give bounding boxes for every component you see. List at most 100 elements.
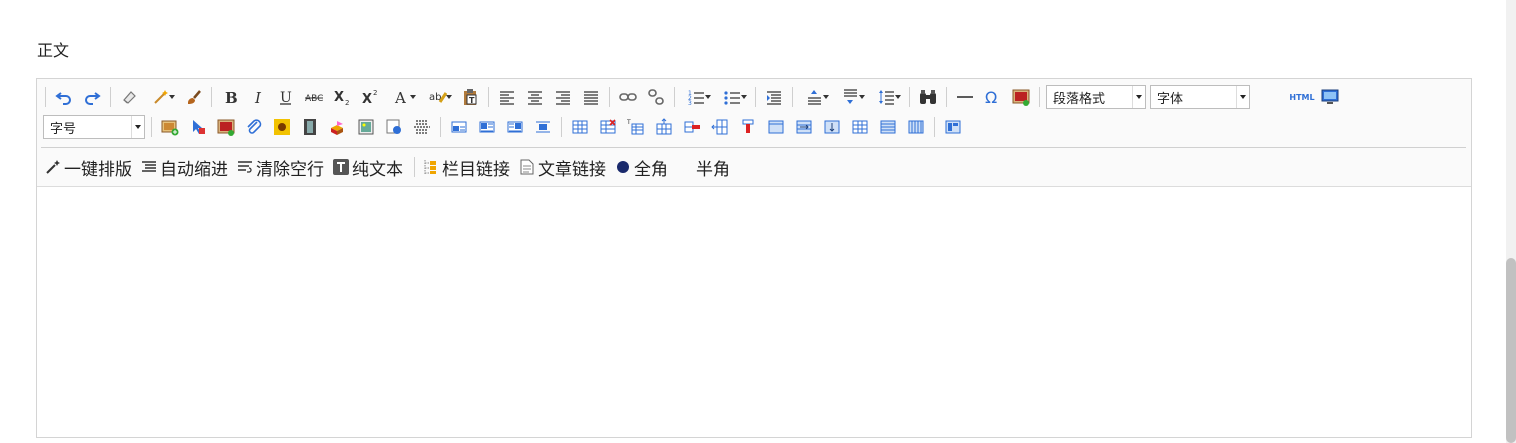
insert-row-button[interactable] bbox=[653, 116, 675, 138]
separator bbox=[45, 87, 46, 107]
full-width-button[interactable]: 全角 bbox=[615, 155, 668, 180]
special-char-button[interactable]: Ω bbox=[982, 86, 1004, 108]
article-link-button[interactable]: 文章链接 bbox=[519, 155, 606, 180]
undo-button[interactable] bbox=[53, 86, 75, 108]
align-right-button[interactable] bbox=[552, 86, 574, 108]
eraser-button[interactable] bbox=[118, 86, 140, 108]
line-height-icon bbox=[879, 90, 894, 105]
merge-down-button[interactable] bbox=[821, 116, 843, 138]
toolbar-divider bbox=[41, 147, 1466, 148]
delete-row-icon bbox=[684, 121, 700, 133]
column-link-button[interactable]: 栏目链接 bbox=[423, 155, 510, 180]
cursor-image-icon bbox=[193, 120, 205, 134]
underline-button[interactable]: U bbox=[275, 86, 297, 108]
align-center-button[interactable] bbox=[524, 86, 546, 108]
insert-picture-button[interactable] bbox=[159, 116, 181, 138]
align-left-icon bbox=[500, 91, 514, 105]
format-painter-button[interactable] bbox=[182, 86, 204, 108]
ordered-list-button[interactable]: 123 bbox=[682, 86, 712, 108]
map-button[interactable] bbox=[383, 116, 405, 138]
plain-text-button[interactable]: 纯文本 bbox=[333, 155, 403, 180]
emotion-button[interactable] bbox=[271, 116, 293, 138]
insert-video-button[interactable] bbox=[299, 116, 321, 138]
paragraph-spacing-bottom-button[interactable] bbox=[836, 86, 866, 108]
highlight-color-button[interactable]: ab bbox=[423, 86, 453, 108]
font-size-select[interactable]: 字号 bbox=[43, 115, 145, 139]
font-color-button[interactable]: A bbox=[387, 86, 417, 108]
auto-indent-button[interactable]: 自动缩进 bbox=[141, 155, 228, 180]
font-family-select[interactable]: 字体 bbox=[1150, 85, 1250, 109]
image-none-button[interactable] bbox=[448, 116, 470, 138]
html-source-button[interactable]: HTML bbox=[1289, 86, 1314, 108]
one-click-format-button[interactable]: 一键排版 bbox=[45, 155, 132, 180]
image-right-icon bbox=[507, 121, 523, 133]
italic-button[interactable]: I bbox=[247, 86, 269, 108]
merge-down-icon bbox=[824, 120, 840, 134]
insert-paragraph-before-table-button[interactable]: T bbox=[625, 116, 647, 138]
image-left-button[interactable] bbox=[476, 116, 498, 138]
split-columns-button[interactable] bbox=[905, 116, 927, 138]
split-cells-button[interactable] bbox=[849, 116, 871, 138]
online-image-button[interactable] bbox=[215, 116, 237, 138]
clear-empty-lines-button[interactable]: 清除空行 bbox=[237, 155, 324, 180]
search-replace-button[interactable] bbox=[917, 86, 939, 108]
picture-frame-icon bbox=[358, 119, 374, 135]
merge-cells-button[interactable] bbox=[765, 116, 787, 138]
delete-table-button[interactable] bbox=[597, 116, 619, 138]
chevron-down-icon bbox=[1132, 86, 1145, 108]
page-break-button[interactable] bbox=[411, 116, 433, 138]
horizontal-rule-button[interactable] bbox=[954, 86, 976, 108]
insert-row-icon bbox=[656, 118, 672, 135]
horizontal-rule-icon bbox=[957, 96, 973, 98]
sunflower-icon bbox=[274, 119, 290, 135]
strikethrough-button[interactable]: ABC bbox=[303, 86, 325, 108]
split-rows-button[interactable] bbox=[877, 116, 899, 138]
quick-action-bar: 一键排版 自动缩进 清除空行 纯文本 栏目链接 文章链接 全角 半角 bbox=[45, 153, 739, 181]
link-icon bbox=[619, 93, 637, 101]
half-width-button[interactable]: 半角 bbox=[677, 155, 730, 180]
highlight-icon: ab bbox=[429, 92, 447, 103]
paste-plain-button[interactable]: T bbox=[459, 86, 481, 108]
insert-image-button[interactable] bbox=[1010, 86, 1032, 108]
template-button[interactable] bbox=[942, 116, 964, 138]
image-gallery-button[interactable] bbox=[355, 116, 377, 138]
justify-button[interactable] bbox=[580, 86, 602, 108]
monitor-icon bbox=[1321, 89, 1339, 104]
image-right-button[interactable] bbox=[504, 116, 526, 138]
font-size-value: 字号 bbox=[50, 121, 77, 137]
unlink-button[interactable] bbox=[645, 86, 667, 108]
page-scrollbar-thumb[interactable] bbox=[1506, 258, 1516, 443]
delete-row-button[interactable] bbox=[681, 116, 703, 138]
delete-table-icon bbox=[600, 119, 616, 134]
merge-right-button[interactable] bbox=[793, 116, 815, 138]
editor-content-area[interactable] bbox=[37, 187, 1471, 437]
attachment-button[interactable] bbox=[243, 116, 265, 138]
separator bbox=[609, 87, 610, 107]
redo-button[interactable] bbox=[81, 86, 103, 108]
insert-music-button[interactable] bbox=[327, 116, 349, 138]
paragraph-format-select[interactable]: 段落格式 bbox=[1046, 85, 1146, 109]
paragraph-format-value: 段落格式 bbox=[1053, 91, 1106, 107]
unordered-list-button[interactable] bbox=[718, 86, 748, 108]
image-center-button[interactable] bbox=[532, 116, 554, 138]
insert-column-button[interactable] bbox=[709, 116, 731, 138]
bold-button[interactable]: B bbox=[219, 86, 241, 108]
indent-button[interactable] bbox=[763, 86, 785, 108]
svg-text:3: 3 bbox=[688, 100, 692, 106]
preview-button[interactable] bbox=[1319, 86, 1341, 108]
clear-lines-icon bbox=[238, 161, 252, 173]
align-left-button[interactable] bbox=[496, 86, 518, 108]
delete-column-button[interactable] bbox=[737, 116, 759, 138]
separator bbox=[488, 87, 489, 107]
insert-table-button[interactable] bbox=[569, 116, 591, 138]
paragraph-spacing-top-button[interactable] bbox=[800, 86, 830, 108]
image-manage-button[interactable] bbox=[187, 116, 209, 138]
paperclip-icon bbox=[247, 119, 262, 134]
subscript-button[interactable]: X2 bbox=[331, 86, 353, 108]
line-height-button[interactable] bbox=[872, 86, 902, 108]
superscript-button[interactable]: X2 bbox=[359, 86, 381, 108]
link-button[interactable] bbox=[617, 86, 639, 108]
auto-format-button[interactable] bbox=[146, 86, 176, 108]
magic-wand-icon bbox=[154, 90, 168, 104]
justify-icon bbox=[584, 91, 598, 105]
